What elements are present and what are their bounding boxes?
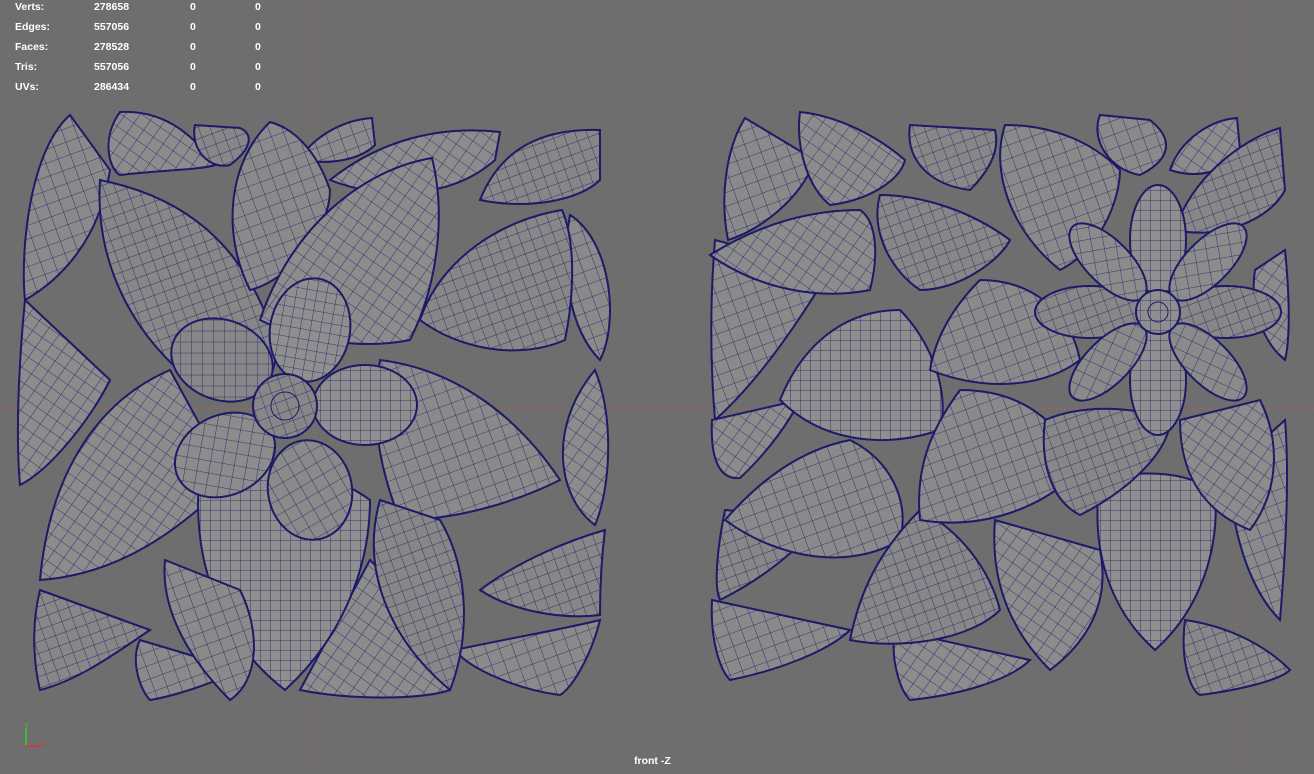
axis-gizmo-icon: Y X <box>24 723 46 748</box>
hud-value: 278658 <box>94 1 130 13</box>
hud-value: 0 <box>190 21 196 33</box>
hud-value: 557056 <box>94 61 130 73</box>
hud-value: 278528 <box>94 41 130 53</box>
hud-row-verts: Verts: 278658 0 0 <box>15 1 275 21</box>
hud-value: 0 <box>255 41 261 53</box>
hud-label: UVs: <box>15 81 39 93</box>
hud-label: Verts: <box>15 1 45 13</box>
hud-value: 0 <box>190 81 196 93</box>
scene-canvas[interactable] <box>0 0 1314 769</box>
camera-label: front -Z <box>634 755 671 767</box>
hud-label: Edges: <box>15 21 51 33</box>
hud-label: Faces: <box>15 41 49 53</box>
hud-value: 0 <box>190 61 196 73</box>
hud-value: 0 <box>190 1 196 13</box>
hud-row-uvs: UVs: 286434 0 0 <box>15 81 275 101</box>
mesh-left[interactable] <box>16 110 611 702</box>
hud-value: 0 <box>255 61 261 73</box>
mesh-right[interactable] <box>708 110 1292 702</box>
svg-text:X: X <box>41 741 46 748</box>
hud-row-faces: Faces: 278528 0 0 <box>15 41 275 61</box>
hud-value: 0 <box>190 41 196 53</box>
hud-row-tris: Tris: 557056 0 0 <box>15 61 275 81</box>
hud-label: Tris: <box>15 61 38 73</box>
hud-value: 0 <box>255 81 261 93</box>
poly-count-hud: Verts: 278658 0 0 Edges: 557056 0 0 Face… <box>15 1 275 101</box>
svg-text:Y: Y <box>24 723 29 730</box>
viewport[interactable]: Verts: 278658 0 0 Edges: 557056 0 0 Face… <box>0 0 1314 769</box>
hud-value: 0 <box>255 21 261 33</box>
hud-value: 286434 <box>94 81 130 93</box>
hud-value: 557056 <box>94 21 130 33</box>
hud-value: 0 <box>255 1 261 13</box>
hud-row-edges: Edges: 557056 0 0 <box>15 21 275 41</box>
